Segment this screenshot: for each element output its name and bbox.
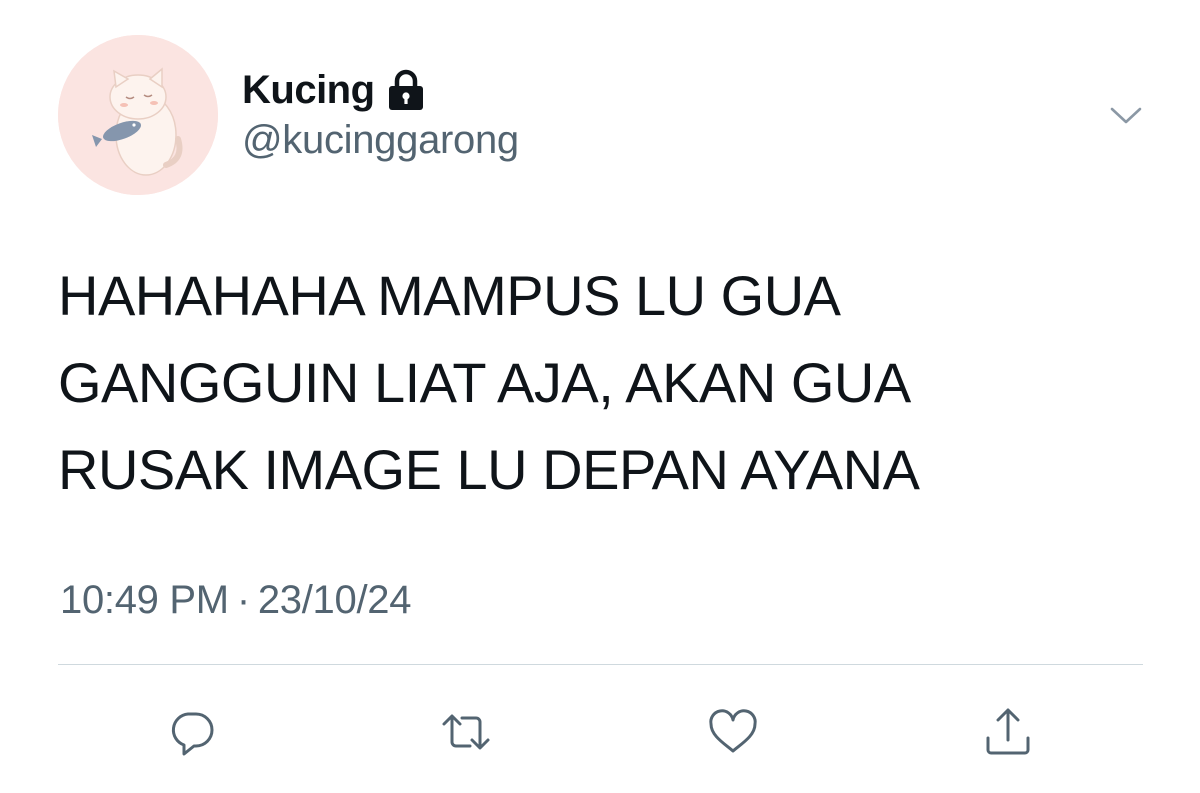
tweet-card: Kucing @kucinggarong HAHAHAHA MAMPUS LU … — [0, 0, 1200, 793]
cat-avatar-icon — [58, 35, 218, 195]
reply-icon — [171, 712, 214, 756]
tweet-text: HAHAHAHA MAMPUS LU GUA GANGGUIN LIAT AJA… — [58, 264, 920, 501]
retweet-button[interactable] — [438, 704, 494, 760]
reply-button[interactable] — [164, 704, 220, 760]
user-handle[interactable]: @kucinggarong — [242, 118, 519, 163]
meta-separator: · — [236, 578, 250, 622]
tweet-meta: 10:49 PM · 23/10/24 — [60, 578, 411, 623]
like-icon — [709, 709, 757, 753]
lock-icon — [387, 69, 425, 111]
display-name[interactable]: Kucing — [242, 68, 375, 113]
share-icon — [986, 708, 1030, 755]
divider — [58, 664, 1143, 665]
chevron-down-icon[interactable] — [1106, 96, 1146, 136]
share-button[interactable] — [980, 704, 1036, 760]
retweet-icon — [442, 714, 490, 750]
like-button[interactable] — [705, 704, 761, 760]
name-row: Kucing — [242, 62, 425, 118]
avatar[interactable] — [58, 35, 218, 195]
tweet-time[interactable]: 10:49 PM — [60, 578, 229, 622]
tweet-date[interactable]: 23/10/24 — [258, 578, 412, 622]
